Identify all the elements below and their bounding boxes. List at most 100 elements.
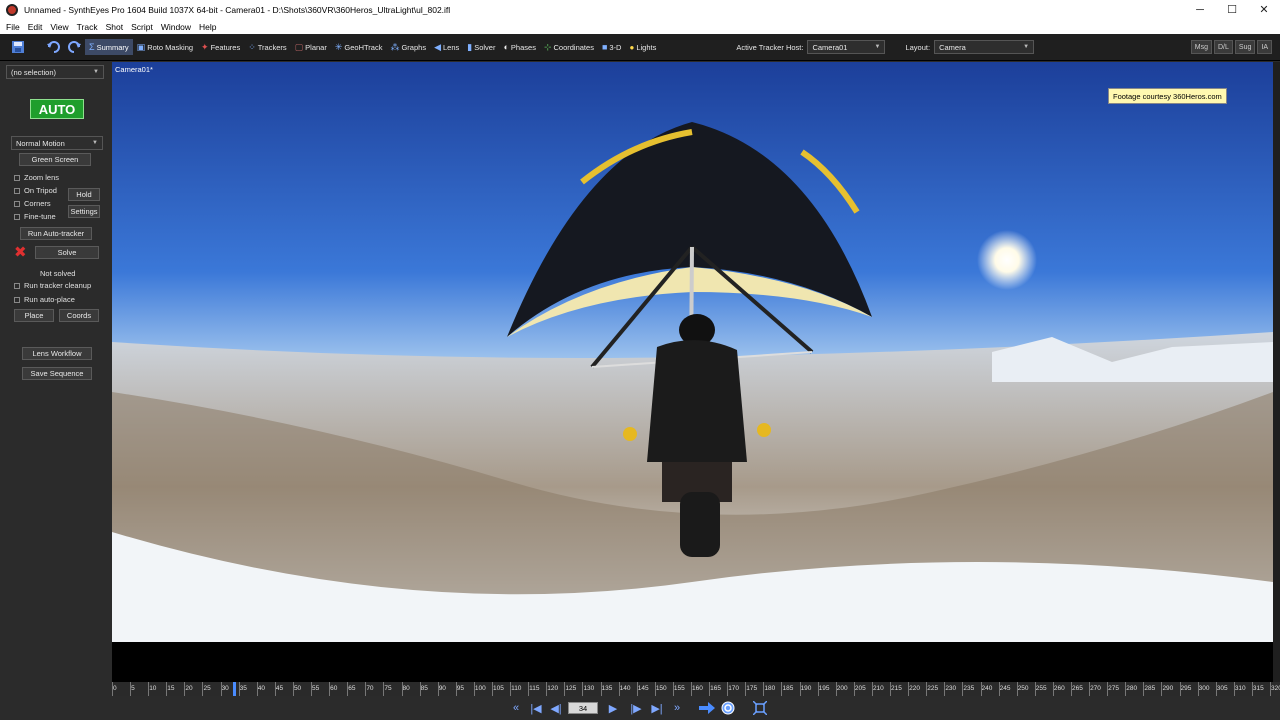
- menu-script[interactable]: Script: [128, 22, 158, 32]
- timeline-tick: 270: [1089, 682, 1101, 696]
- timeline-tick: 5: [130, 682, 135, 696]
- camera-viewport[interactable]: Camera01* Footage courtesy 360Heros.com: [112, 62, 1273, 682]
- selection-select[interactable]: (no selection) ▼: [6, 65, 104, 79]
- planar-icon: ▢: [294, 41, 304, 52]
- menu-view[interactable]: View: [47, 22, 73, 32]
- fast-forward-button[interactable]: »: [669, 700, 685, 716]
- next-key-button[interactable]: ▶|: [649, 700, 665, 716]
- menu-edit[interactable]: Edit: [25, 22, 48, 32]
- zoom-icon[interactable]: [720, 700, 736, 716]
- app-icon: [6, 3, 18, 16]
- timeline-tick: 165: [709, 682, 721, 696]
- room-coordinates[interactable]: ⊹ Coordinates: [540, 39, 598, 55]
- room-3d[interactable]: ■ 3-D: [598, 39, 626, 55]
- title-bar: Unnamed - SynthEyes Pro 1604 Build 1037X…: [0, 0, 1280, 19]
- window-title: Unnamed - SynthEyes Pro 1604 Build 1037X…: [24, 4, 451, 15]
- coordinates-icon: ⊹: [543, 41, 552, 52]
- timeline-tick: 230: [944, 682, 956, 696]
- close-button[interactable]: ✕: [1248, 0, 1280, 19]
- timeline-tick: 300: [1197, 682, 1209, 696]
- room-graphs[interactable]: ⁂ Graphs: [386, 39, 430, 55]
- save-icon[interactable]: [9, 38, 27, 56]
- room-phases[interactable]: ◐ Phases: [499, 39, 539, 55]
- fit-frame-icon[interactable]: [752, 700, 768, 716]
- play-button[interactable]: ▶: [605, 700, 621, 716]
- room-planar[interactable]: ▢ Planar: [291, 39, 331, 55]
- room-roto-masking[interactable]: ▣ Roto Masking: [133, 39, 197, 55]
- zoom-lens-checkbox[interactable]: Zoom lens: [14, 173, 59, 182]
- timeline-tick: 315: [1251, 682, 1264, 696]
- chevron-down-icon: ▼: [93, 69, 99, 75]
- layout-select[interactable]: Camera ▼: [934, 40, 1035, 54]
- solver-icon: ▮: [467, 41, 473, 52]
- dl-button[interactable]: D/L: [1214, 40, 1233, 54]
- timeline-tick: 320: [1270, 682, 1280, 696]
- previous-key-button[interactable]: |◀: [528, 700, 544, 716]
- window-controls: ─ ☐ ✕: [1184, 0, 1280, 19]
- viewport-scrollbar[interactable]: [1273, 62, 1280, 682]
- solve-button[interactable]: Solve: [35, 246, 99, 259]
- timeline-tick: 70: [365, 682, 374, 696]
- menu-file[interactable]: File: [3, 22, 25, 32]
- motion-mode-select[interactable]: Normal Motion ▼: [11, 136, 103, 150]
- redo-icon[interactable]: [65, 38, 83, 56]
- save-sequence-button[interactable]: Save Sequence: [22, 367, 92, 380]
- timeline-tick: 240: [980, 682, 992, 696]
- menu-track[interactable]: Track: [74, 22, 103, 32]
- solve-status: Not solved: [40, 269, 76, 278]
- timeline-playhead[interactable]: [233, 682, 236, 696]
- room-features[interactable]: ✦ Features: [197, 39, 244, 55]
- timeline-tick: 245: [998, 682, 1010, 696]
- settings-button[interactable]: Settings: [68, 205, 100, 218]
- timeline-tick: 115: [528, 682, 540, 696]
- undo-icon[interactable]: [45, 38, 63, 56]
- fine-tune-checkbox[interactable]: Fine-tune: [14, 212, 56, 221]
- timeline-tick: 45: [274, 682, 283, 696]
- chevron-down-icon: ▼: [1023, 44, 1030, 50]
- auto-button[interactable]: AUTO: [30, 99, 84, 119]
- on-tripod-checkbox[interactable]: On Tripod: [14, 186, 57, 195]
- step-back-button[interactable]: ◀|: [548, 700, 564, 716]
- run-auto-tracker-button[interactable]: Run Auto-tracker: [20, 227, 92, 240]
- corners-checkbox[interactable]: Corners: [14, 199, 51, 208]
- current-frame-field[interactable]: 34: [568, 702, 598, 714]
- menu-help[interactable]: Help: [196, 22, 221, 32]
- room-lights[interactable]: ● Lights: [625, 39, 660, 55]
- step-forward-button[interactable]: |▶: [628, 700, 644, 716]
- timeline-tick: 185: [781, 682, 793, 696]
- run-tracker-cleanup-checkbox[interactable]: Run tracker cleanup: [14, 281, 91, 290]
- timeline-tick: 30: [220, 682, 229, 696]
- room-summary[interactable]: Σ Summary: [85, 39, 133, 55]
- green-screen-button[interactable]: Green Screen: [19, 153, 91, 166]
- menu-window[interactable]: Window: [158, 22, 196, 32]
- sug-button[interactable]: Sug: [1234, 40, 1256, 54]
- hold-button[interactable]: Hold: [68, 188, 100, 201]
- place-button[interactable]: Place: [14, 309, 54, 322]
- menu-shot[interactable]: Shot: [103, 22, 129, 32]
- timeline-tick: 265: [1070, 682, 1083, 696]
- arrow-right-icon[interactable]: [697, 700, 717, 716]
- coords-button[interactable]: Coords: [59, 309, 99, 322]
- timeline-tick: 100: [473, 682, 486, 696]
- room-lens[interactable]: ◀ Lens: [430, 39, 463, 55]
- checkbox-icon: [14, 174, 20, 181]
- maximize-button[interactable]: ☐: [1216, 0, 1248, 19]
- timeline[interactable]: 0 5 10 15 20 25 30 35 40 45 50 55 60 65 70 75 80 85 90 95 10…: [112, 682, 1280, 696]
- checkbox-icon: [14, 296, 20, 303]
- room-solver[interactable]: ▮ Solver: [463, 39, 499, 55]
- timeline-tick: 50: [292, 682, 301, 696]
- timeline-tick: 110: [510, 682, 521, 696]
- msg-button[interactable]: Msg: [1190, 40, 1212, 54]
- ia-button[interactable]: IA: [1257, 40, 1272, 54]
- run-auto-place-checkbox[interactable]: Run auto-place: [14, 295, 75, 304]
- room-geohtrack[interactable]: ✳ GeoHTrack: [331, 39, 387, 55]
- active-tracker-host-select[interactable]: Camera01 ▼: [807, 40, 886, 54]
- timeline-tick: 200: [835, 682, 848, 696]
- room-trackers[interactable]: ⁘ Trackers: [244, 39, 290, 55]
- checkbox-icon: [14, 187, 20, 194]
- timeline-tick: 15: [166, 682, 175, 696]
- minimize-button[interactable]: ─: [1184, 0, 1216, 19]
- timeline-tick: 85: [419, 682, 428, 696]
- lens-workflow-button[interactable]: Lens Workflow: [22, 347, 92, 360]
- rewind-to-start-button[interactable]: «: [508, 700, 524, 716]
